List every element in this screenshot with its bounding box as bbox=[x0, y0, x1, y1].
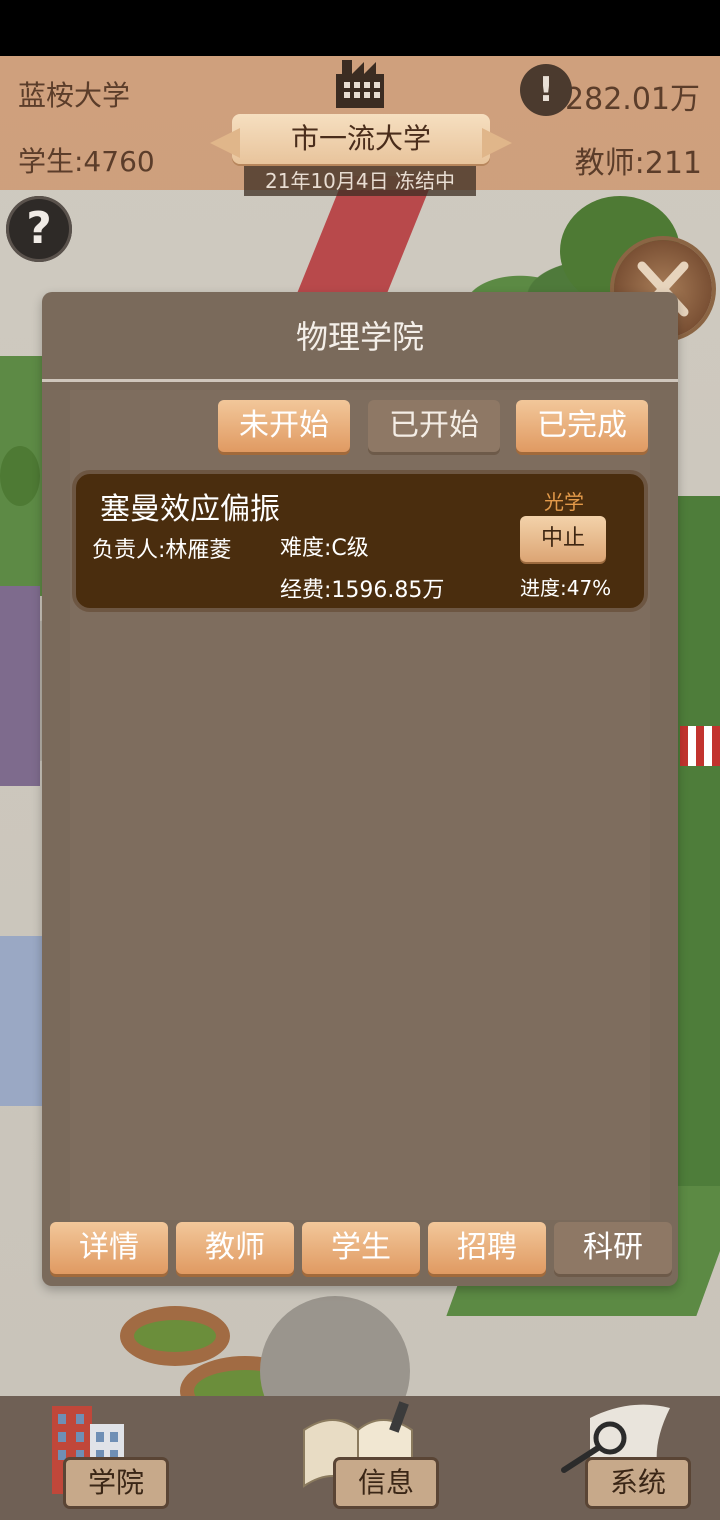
college-dialog: 物理学院 未开始 已开始 已完成 塞曼效应偏振 负责人:林雁菱 难度:C级 经费… bbox=[42, 292, 678, 1286]
nav-system-label: 系统 bbox=[588, 1460, 688, 1506]
tab-recruit[interactable]: 招聘 bbox=[428, 1222, 546, 1274]
nav-college-label: 学院 bbox=[66, 1460, 166, 1506]
tab-teachers[interactable]: 教师 bbox=[176, 1222, 294, 1274]
project-category: 光学 bbox=[544, 490, 584, 514]
student-count: 学生:4760 bbox=[18, 145, 155, 178]
shop-awning bbox=[680, 726, 720, 766]
planter bbox=[120, 1306, 230, 1366]
stop-project-button[interactable]: 中止 bbox=[520, 516, 606, 562]
nav-system[interactable]: 系统 bbox=[520, 1396, 720, 1520]
nav-info[interactable]: 信息 bbox=[284, 1396, 484, 1520]
nav-info-label: 信息 bbox=[336, 1460, 436, 1506]
bottom-nav: 学院 信息 系统 bbox=[0, 1396, 720, 1520]
factory-icon bbox=[336, 60, 384, 108]
project-card[interactable]: 塞曼效应偏振 负责人:林雁菱 难度:C级 经费:1596.85万 光学 中止 进… bbox=[72, 470, 648, 612]
dialog-title: 物理学院 bbox=[42, 292, 678, 382]
tab-in-progress[interactable]: 已开始 bbox=[368, 400, 500, 452]
tab-research[interactable]: 科研 bbox=[554, 1222, 672, 1274]
dialog-bottom-tabs: 详情 教师 学生 招聘 科研 bbox=[50, 1222, 674, 1276]
status-bar bbox=[0, 0, 720, 56]
building[interactable] bbox=[0, 586, 40, 786]
tab-completed[interactable]: 已完成 bbox=[516, 400, 648, 452]
tab-details[interactable]: 详情 bbox=[50, 1222, 168, 1274]
alert-icon[interactable]: ! bbox=[520, 64, 572, 116]
project-title: 塞曼效应偏振 bbox=[100, 492, 280, 527]
project-difficulty: 难度:C级 bbox=[280, 536, 369, 561]
teacher-count: 教师:211 bbox=[574, 146, 702, 181]
school-name: 蓝桉大学 bbox=[18, 79, 131, 112]
help-icon[interactable]: ? bbox=[6, 196, 72, 262]
tab-students[interactable]: 学生 bbox=[302, 1222, 420, 1274]
rank-banner: 市一流大学 bbox=[232, 114, 490, 164]
project-owner: 负责人:林雁菱 bbox=[92, 538, 232, 563]
date-status: 21年10月4日 冻结中 bbox=[244, 166, 476, 196]
building[interactable] bbox=[0, 936, 42, 1106]
tab-not-started[interactable]: 未开始 bbox=[218, 400, 350, 452]
project-progress: 进度:47% bbox=[520, 576, 612, 600]
project-funding: 经费:1596.85万 bbox=[280, 578, 445, 603]
plaza bbox=[260, 1296, 410, 1396]
nav-college[interactable]: 学院 bbox=[20, 1396, 220, 1520]
tree bbox=[0, 446, 40, 506]
